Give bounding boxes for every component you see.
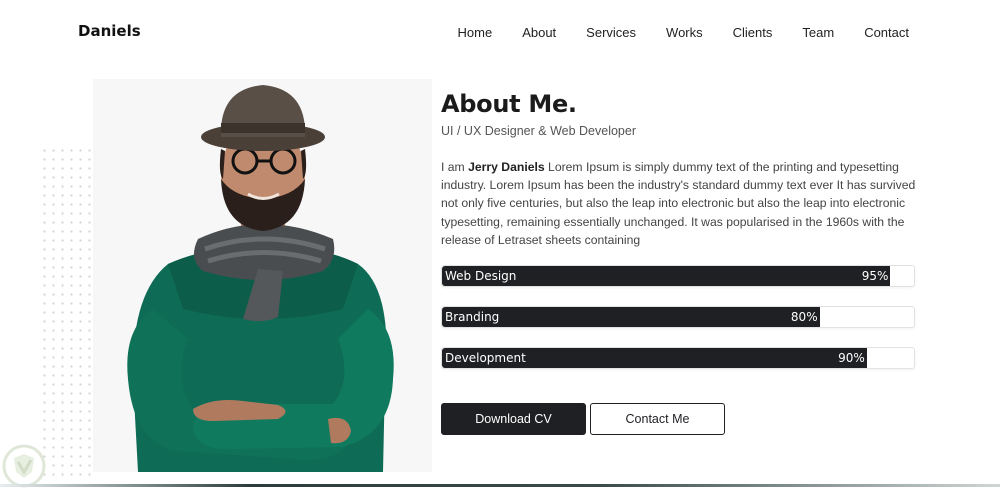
skill-percent: 95% — [861, 269, 889, 284]
skill-name: Branding — [445, 310, 500, 325]
skill-name: Web Design — [445, 269, 517, 284]
nav-works[interactable]: Works — [666, 25, 703, 40]
nav-home[interactable]: Home — [458, 25, 493, 40]
footer-divider — [0, 484, 1000, 487]
download-cv-button[interactable]: Download CV — [441, 403, 586, 435]
nav-clients[interactable]: Clients — [733, 25, 773, 40]
shield-watermark-icon — [0, 440, 52, 490]
nav-about[interactable]: About — [522, 25, 556, 40]
nav-services[interactable]: Services — [586, 25, 636, 40]
action-buttons: Download CV Contact Me — [441, 403, 725, 435]
skill-percent: 90% — [838, 351, 865, 366]
skill-percent: 80% — [790, 310, 818, 325]
contact-me-button[interactable]: Contact Me — [590, 403, 725, 435]
nav-contact[interactable]: Contact — [864, 25, 909, 40]
skill-bar-branding: Branding 80% — [441, 306, 915, 329]
bio-prefix: I am — [441, 160, 469, 174]
bio-name: Jerry Daniels — [468, 160, 545, 174]
skill-bar-web-design: Web Design 95% — [441, 265, 915, 288]
about-title: About Me. — [441, 90, 577, 118]
header: Daniels Home About Services Works Client… — [0, 0, 1000, 64]
dot-pattern-decoration — [40, 146, 92, 476]
profile-photo — [93, 79, 432, 472]
about-section: About Me. UI / UX Designer & Web Develop… — [441, 90, 916, 388]
nav-team[interactable]: Team — [802, 25, 834, 40]
skills-list: Web Design 95% Branding 80% Development … — [441, 265, 916, 370]
main-nav: Home About Services Works Clients Team C… — [428, 25, 910, 40]
about-subtitle: UI / UX Designer & Web Developer — [441, 124, 636, 138]
brand-logo[interactable]: Daniels — [78, 22, 141, 40]
skill-name: Development — [445, 351, 526, 366]
skill-bar-development: Development 90% — [441, 347, 915, 370]
about-bio: I am Jerry Daniels Lorem Ipsum is simply… — [441, 158, 916, 249]
